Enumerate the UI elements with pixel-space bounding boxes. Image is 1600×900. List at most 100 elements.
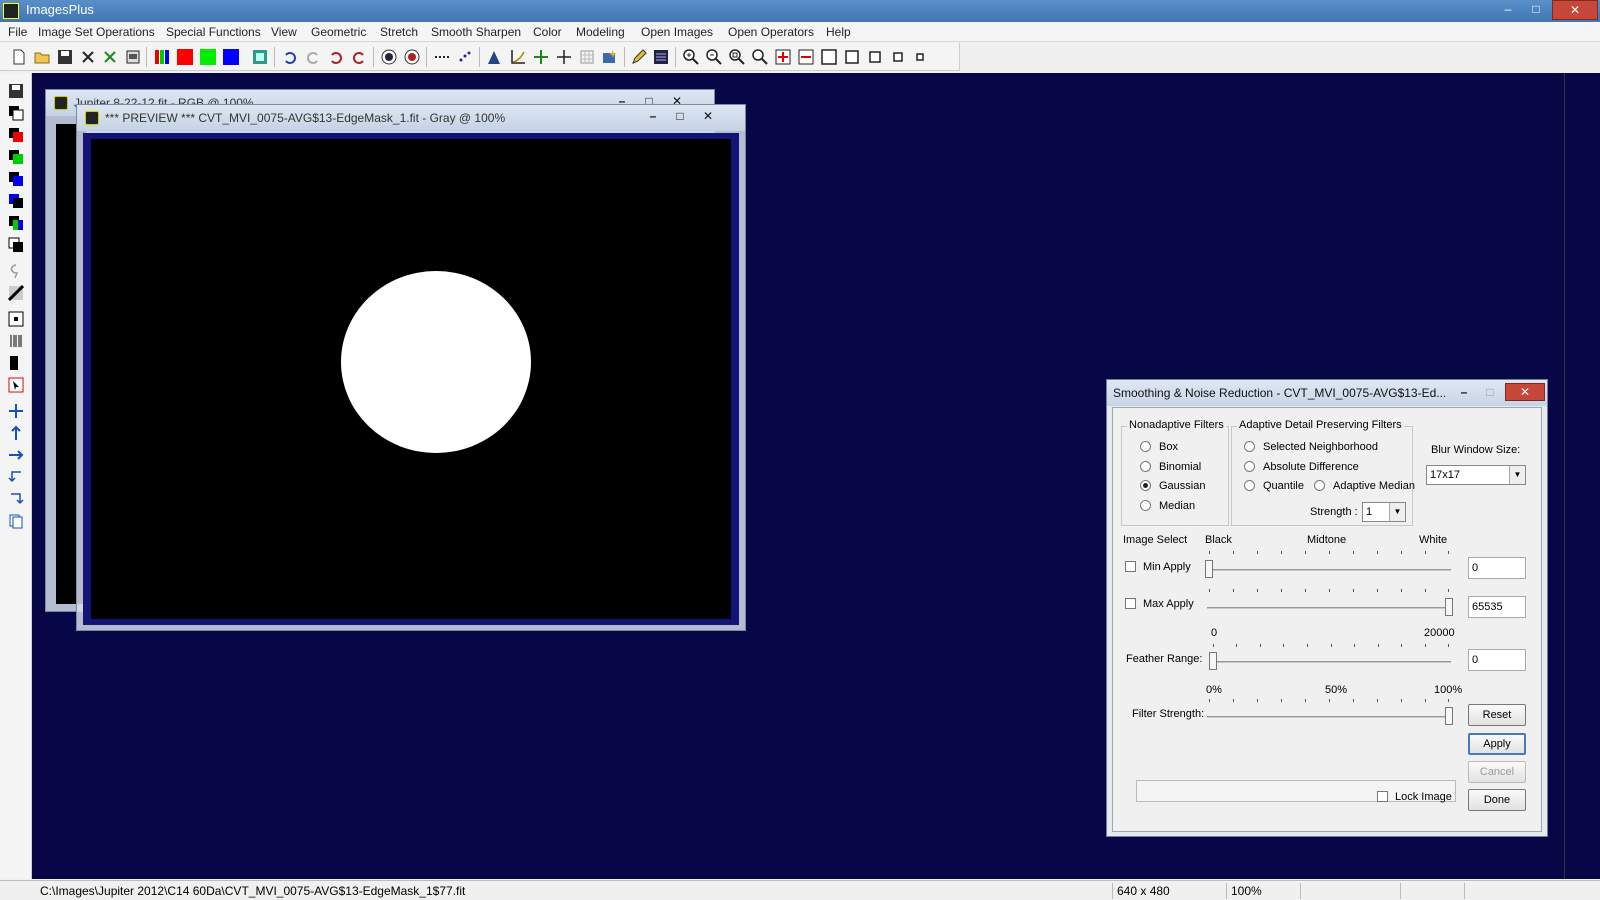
frame-tiny-icon[interactable]	[911, 48, 929, 66]
cancel-button[interactable]: Cancel	[1468, 761, 1526, 783]
green-channel-icon[interactable]	[199, 48, 217, 66]
histogram-icon[interactable]	[486, 48, 504, 66]
radio-gaussian[interactable]: Gaussian	[1140, 480, 1205, 492]
image-sparkle-icon[interactable]	[601, 48, 619, 66]
menu-modeling[interactable]: Modeling	[576, 25, 625, 39]
add-red-icon[interactable]	[774, 48, 792, 66]
close-image-icon[interactable]	[79, 48, 97, 66]
frame-medium-icon[interactable]	[843, 48, 861, 66]
preview-window[interactable]: *** PREVIEW *** CVT_MVI_0075-AVG$13-Edge…	[76, 104, 746, 631]
menu-stretch[interactable]: Stretch	[380, 25, 418, 39]
lasso-icon[interactable]	[8, 263, 24, 279]
arrow-up-icon[interactable]	[8, 425, 24, 441]
rotate-left-icon[interactable]	[8, 469, 24, 485]
preview-maximize-icon[interactable]: □	[669, 108, 691, 124]
new-file-icon[interactable]	[10, 48, 28, 66]
preview-minimize-icon[interactable]: –	[642, 108, 664, 124]
preview-close-icon[interactable]: ✕	[697, 108, 719, 124]
zoom-out-icon[interactable]	[705, 48, 723, 66]
minimize-icon[interactable]: –	[1494, 0, 1522, 20]
select-rect-icon[interactable]	[8, 311, 24, 327]
green-plus-icon[interactable]	[532, 48, 550, 66]
dialog-minimize-icon[interactable]: –	[1453, 384, 1475, 400]
frame-large-icon[interactable]	[820, 48, 838, 66]
copy-icon[interactable]	[8, 513, 24, 529]
frame-smaller-icon[interactable]	[889, 48, 907, 66]
grid-icon[interactable]	[578, 48, 596, 66]
zoom-actual-icon[interactable]	[751, 48, 769, 66]
max-apply-checkbox[interactable]: Max Apply	[1125, 598, 1194, 610]
menu-color[interactable]: Color	[533, 25, 562, 39]
reset-button[interactable]: Reset	[1468, 704, 1526, 726]
arrow-right-icon[interactable]	[8, 447, 24, 463]
min-apply-checkbox[interactable]: Min Apply	[1125, 561, 1191, 573]
zoom-fit-icon[interactable]	[728, 48, 746, 66]
filter-strength-thumb[interactable]	[1445, 707, 1453, 725]
maximize-icon[interactable]: □	[1522, 0, 1550, 20]
radio-box[interactable]: Box	[1140, 441, 1178, 453]
move-icon[interactable]	[8, 403, 24, 419]
min-apply-thumb[interactable]	[1205, 560, 1213, 578]
dialog-close-icon[interactable]: ✕	[1505, 383, 1545, 401]
crosshair-icon[interactable]	[555, 48, 573, 66]
pencil-icon[interactable]	[630, 48, 648, 66]
preview-window-titlebar[interactable]: *** PREVIEW *** CVT_MVI_0075-AVG$13-Edge…	[77, 105, 745, 131]
undo-step-icon[interactable]	[327, 48, 345, 66]
menu-view[interactable]: View	[271, 25, 297, 39]
black-white-icon[interactable]	[8, 105, 24, 121]
luminance-icon[interactable]	[251, 48, 269, 66]
white-black-icon[interactable]	[8, 237, 24, 253]
menu-geometric[interactable]: Geometric	[311, 25, 366, 39]
radio-binomial[interactable]: Binomial	[1140, 461, 1201, 473]
zoom-in-icon[interactable]	[682, 48, 700, 66]
list-view-icon[interactable]	[652, 48, 670, 66]
max-apply-track[interactable]	[1207, 607, 1451, 609]
subtract-red-icon[interactable]	[797, 48, 815, 66]
redo-disabled-icon[interactable]	[304, 48, 322, 66]
radio-selected-neighborhood[interactable]: Selected Neighborhood	[1244, 441, 1378, 453]
red-channel-icon[interactable]	[176, 48, 194, 66]
black-red-icon[interactable]	[8, 127, 24, 143]
frame-small-icon[interactable]	[866, 48, 884, 66]
close-all-icon[interactable]	[101, 48, 119, 66]
open-folder-icon[interactable]	[33, 48, 51, 66]
feather-thumb[interactable]	[1209, 652, 1217, 670]
dotted-line-icon[interactable]	[433, 48, 451, 66]
max-apply-thumb[interactable]	[1445, 598, 1453, 616]
curve-icon[interactable]	[509, 48, 527, 66]
dialog-titlebar[interactable]: Smoothing & Noise Reduction - CVT_MVI_00…	[1107, 380, 1547, 406]
select-tool-icon[interactable]	[8, 377, 24, 393]
undo-icon[interactable]	[281, 48, 299, 66]
radio-median[interactable]: Median	[1140, 500, 1195, 512]
menu-open-operators[interactable]: Open Operators	[728, 25, 814, 39]
rotate-right-icon[interactable]	[8, 491, 24, 507]
feather-track[interactable]	[1211, 661, 1451, 663]
save-side-icon[interactable]	[8, 83, 24, 99]
print-icon[interactable]	[124, 48, 142, 66]
preview-image[interactable]	[91, 139, 731, 619]
menu-file[interactable]: File	[8, 25, 27, 39]
dialog-maximize-icon[interactable]: □	[1479, 384, 1501, 400]
apply-button[interactable]: Apply	[1468, 733, 1526, 755]
min-apply-track[interactable]	[1207, 569, 1451, 571]
strength-select[interactable]: 1 ▼	[1362, 502, 1406, 522]
black-blue-icon[interactable]	[8, 171, 24, 187]
close-icon[interactable]: ✕	[1552, 0, 1598, 20]
menu-special-functions[interactable]: Special Functions	[166, 25, 261, 39]
lock-image-checkbox[interactable]: Lock Image	[1377, 791, 1452, 803]
radio-absolute-difference[interactable]: Absolute Difference	[1244, 461, 1359, 473]
gradient-icon[interactable]	[8, 285, 24, 301]
blur-window-select[interactable]: 17x17 ▼	[1426, 465, 1526, 485]
max-apply-value[interactable]: 65535	[1468, 596, 1526, 618]
mask-blue-icon[interactable]	[380, 48, 398, 66]
done-button[interactable]: Done	[1468, 789, 1526, 811]
radio-quantile[interactable]: Quantile	[1244, 480, 1304, 492]
menu-help[interactable]: Help	[826, 25, 851, 39]
multi-color-icon[interactable]	[8, 215, 24, 231]
black-bar-icon[interactable]	[8, 355, 24, 371]
menu-open-images[interactable]: Open Images	[641, 25, 713, 39]
rgb-channels-icon[interactable]	[153, 48, 171, 66]
min-apply-value[interactable]: 0	[1468, 557, 1526, 579]
blue-black-icon[interactable]	[8, 193, 24, 209]
menu-image-set-operations[interactable]: Image Set Operations	[38, 25, 155, 39]
